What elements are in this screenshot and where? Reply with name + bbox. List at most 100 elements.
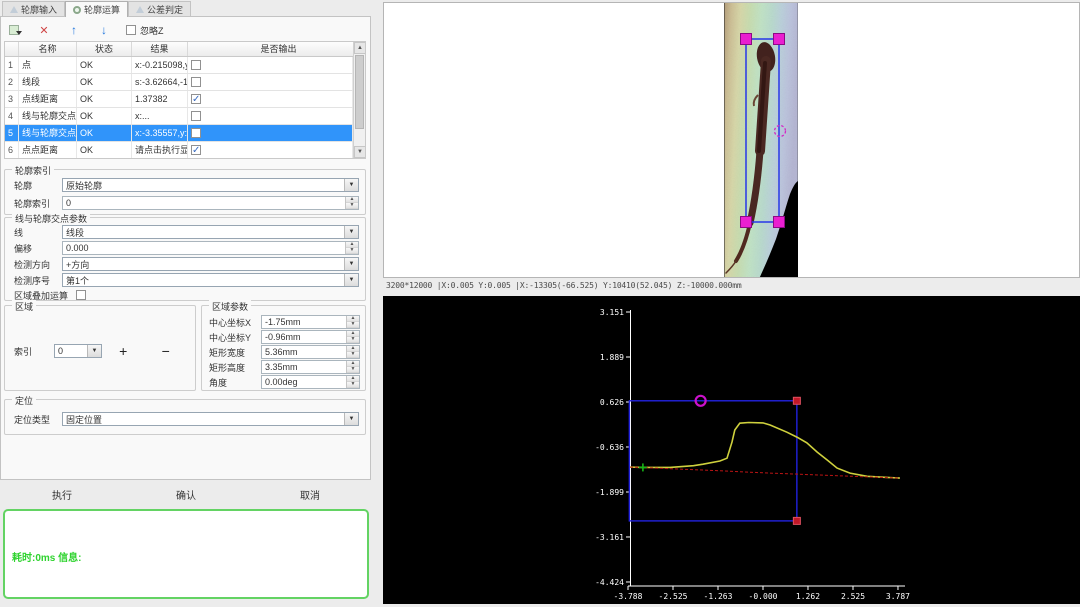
chevron-down-icon[interactable]: ▼: [344, 258, 358, 270]
spinner-icons[interactable]: ▲▼: [346, 316, 359, 328]
offset-label: 偏移: [14, 242, 62, 255]
svg-text:3.151: 3.151: [600, 308, 624, 317]
region-index-value: 0: [55, 346, 87, 356]
group-title: 定位: [12, 394, 36, 407]
output-checkbox[interactable]: [191, 77, 201, 87]
sample-strip: [724, 3, 798, 278]
param-stepper[interactable]: -1.75mm▲▼: [261, 315, 360, 329]
overlay-calc-checkbox[interactable]: [76, 290, 86, 300]
region-param-row: 中心坐标Y-0.96mm▲▼: [209, 330, 360, 344]
param-value: -1.75mm: [262, 317, 346, 327]
svg-text:-1.899: -1.899: [595, 488, 624, 497]
spinner-icons[interactable]: ▲▼: [346, 376, 359, 388]
ignore-z-checkbox[interactable]: [126, 25, 136, 35]
move-up-icon[interactable]: ↑: [66, 23, 82, 38]
profile-plot[interactable]: 3.1511.8890.626-0.636-1.899-3.161-4.424-…: [383, 296, 1080, 604]
line-value: 线段: [63, 226, 344, 239]
chevron-down-icon[interactable]: ▼: [344, 413, 358, 425]
scroll-up-icon[interactable]: ▲: [354, 42, 366, 54]
execute-button[interactable]: 执行: [0, 488, 124, 506]
direction-select[interactable]: +方向 ▼: [62, 257, 359, 271]
line-select[interactable]: 线段 ▼: [62, 225, 359, 239]
output-checkbox[interactable]: [191, 60, 201, 70]
results-table: 名称 状态 结果 是否输出 1点OKx:-0.215098,y:...2线段OK…: [4, 41, 366, 159]
param-label: 角度: [209, 376, 261, 389]
contour-index-stepper[interactable]: 0 ▲▼: [62, 196, 359, 210]
spinner-icons[interactable]: ▲▼: [345, 197, 358, 209]
chevron-down-icon[interactable]: ▼: [344, 226, 358, 238]
order-select[interactable]: 第1个 ▼: [62, 273, 359, 287]
tab-label: 公差判定: [147, 3, 183, 16]
output-checkbox[interactable]: [191, 94, 201, 104]
offset-stepper[interactable]: 0.000 ▲▼: [62, 241, 359, 255]
output-checkbox[interactable]: [191, 111, 201, 121]
delete-icon[interactable]: ✕: [36, 23, 52, 38]
image-viewer[interactable]: [383, 2, 1080, 278]
table-body: 1点OKx:-0.215098,y:...2线段OKs:-3.62664,-1.…: [5, 57, 353, 159]
svg-text:3.787: 3.787: [886, 592, 910, 601]
region-index-select[interactable]: 0 ▼: [54, 344, 102, 358]
toolbar: ✕ ↑ ↓ 忽略Z: [6, 22, 164, 38]
output-checkbox[interactable]: [191, 145, 201, 155]
table-row[interactable]: 6点点距离OK请点击执行显...: [5, 142, 353, 159]
chevron-down-icon[interactable]: ▼: [344, 274, 358, 286]
scroll-down-icon[interactable]: ▼: [354, 146, 366, 158]
positioning-type-value: 固定位置: [63, 413, 344, 426]
table-row[interactable]: 1点OKx:-0.215098,y:...: [5, 57, 353, 74]
tab-contour-input[interactable]: 轮廓输入: [2, 1, 65, 16]
param-label: 矩形高度: [209, 361, 261, 374]
table-header: 名称 状态 结果 是否输出: [5, 42, 365, 57]
table-row[interactable]: 4线与轮廓交点OKx:...: [5, 108, 353, 125]
table-scrollbar[interactable]: ▲ ▼: [353, 42, 365, 158]
move-down-icon[interactable]: ↓: [96, 23, 112, 38]
spinner-icons[interactable]: ▲▼: [346, 361, 359, 373]
group-title: 区域: [12, 300, 36, 313]
contour-index-label: 轮廓索引: [14, 197, 62, 210]
scrollbar-thumb[interactable]: [355, 55, 364, 129]
col-output: 是否输出: [188, 42, 365, 56]
contour-index-group: 轮廓索引 轮廓 原始轮廓 ▼ 轮廓索引 0 ▲▼: [4, 169, 366, 215]
spinner-icons[interactable]: ▲▼: [346, 346, 359, 358]
tab-contour-calc[interactable]: 轮廓运算: [65, 1, 128, 17]
plot-canvas: 3.1511.8890.626-0.636-1.899-3.161-4.424-…: [383, 296, 1080, 604]
tab-tolerance[interactable]: 公差判定: [128, 1, 191, 16]
ignore-z-label: 忽略Z: [140, 24, 164, 37]
positioning-group: 定位 定位类型 固定位置 ▼: [4, 399, 366, 435]
add-measure-icon[interactable]: [6, 23, 22, 38]
remove-region-button[interactable]: −: [145, 343, 188, 359]
table-row[interactable]: 2线段OKs:-3.62664,-1...: [5, 74, 353, 91]
svg-text:-1.263: -1.263: [704, 592, 733, 601]
col-status: 状态: [77, 42, 132, 56]
tab-bar: 轮廓输入 轮廓运算 公差判定: [2, 1, 191, 16]
param-stepper[interactable]: 5.36mm▲▼: [261, 345, 360, 359]
chevron-down-icon[interactable]: ▼: [344, 179, 358, 191]
region-index-label: 索引: [14, 345, 54, 358]
cancel-button[interactable]: 取消: [248, 488, 372, 506]
region-param-row: 中心坐标X-1.75mm▲▼: [209, 315, 360, 329]
order-label: 检测序号: [14, 274, 62, 287]
param-stepper[interactable]: 0.00deg▲▼: [261, 375, 360, 389]
region-params-group: 区域参数 中心坐标X-1.75mm▲▼中心坐标Y-0.96mm▲▼矩形宽度5.3…: [201, 305, 366, 391]
confirm-button[interactable]: 确认: [124, 488, 248, 506]
status-line: 3200*12000 |X:0.005 Y:0.005 |X:-13305(-6…: [386, 281, 1076, 293]
chevron-down-icon[interactable]: ▼: [87, 345, 101, 357]
contour-label: 轮廓: [14, 179, 62, 192]
contour-select[interactable]: 原始轮廓 ▼: [62, 178, 359, 192]
ignore-z-option: 忽略Z: [126, 24, 164, 37]
spinner-icons[interactable]: ▲▼: [345, 242, 358, 254]
spinner-icons[interactable]: ▲▼: [346, 331, 359, 343]
positioning-type-select[interactable]: 固定位置 ▼: [62, 412, 359, 426]
param-stepper[interactable]: 3.35mm▲▼: [261, 360, 360, 374]
output-checkbox[interactable]: [191, 128, 201, 138]
param-label: 中心坐标X: [209, 316, 261, 329]
region-param-row: 矩形高度3.35mm▲▼: [209, 360, 360, 374]
table-row[interactable]: 5线与轮廓交点(1)OKx:-3.35557,y:-...: [5, 125, 353, 142]
group-title: 区域参数: [209, 300, 251, 313]
param-stepper[interactable]: -0.96mm▲▼: [261, 330, 360, 344]
table-row[interactable]: 3点线距离OK1.37382: [5, 91, 353, 108]
circle-icon: [73, 6, 81, 14]
add-region-button[interactable]: +: [102, 343, 145, 359]
svg-text:1.889: 1.889: [600, 353, 624, 362]
param-label: 中心坐标Y: [209, 331, 261, 344]
line-label: 线: [14, 226, 62, 239]
